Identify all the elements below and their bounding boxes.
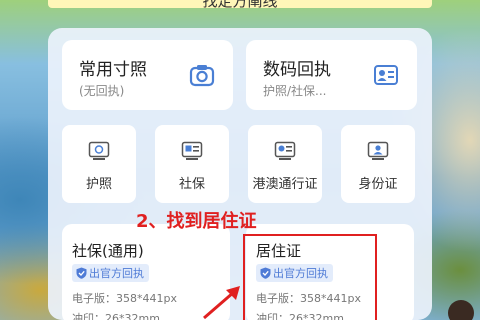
passport-card[interactable]: 护照	[62, 125, 136, 203]
badge-text: 出官方回执	[89, 267, 144, 280]
print-size: 冲印：26*32mm	[72, 312, 160, 320]
passport-label: 护照	[85, 177, 112, 192]
social-card-icon	[181, 141, 203, 160]
top-banner: 找定方阐线	[48, 0, 432, 8]
common-photo-card[interactable]: 常用寸照 (无回执)	[62, 40, 233, 110]
social-security-card[interactable]: 社保	[155, 125, 229, 203]
camera-icon	[189, 65, 215, 87]
travel-permit-icon	[274, 141, 296, 160]
id-card-card[interactable]: 身份证	[341, 125, 415, 203]
avatar	[448, 300, 474, 320]
highlight-box	[243, 234, 377, 320]
card-title: 常用寸照	[79, 60, 147, 80]
hk-macau-permit-label: 港澳通行证	[252, 177, 318, 192]
top-banner-text: 找定方阐线	[48, 0, 432, 8]
card-subtitle: 护照/社保...	[263, 84, 327, 98]
card-title: 数码回执	[263, 60, 331, 80]
electronic-size: 电子版：358*441px	[72, 292, 177, 305]
pointer-arrow-icon	[203, 286, 240, 320]
doc-title: 社保(通用)	[72, 242, 144, 260]
step-annotation: 2、找到居住证	[136, 211, 257, 232]
id-card-icon	[374, 65, 398, 85]
id-card-label: 身份证	[358, 177, 398, 192]
official-receipt-badge: 出官方回执	[72, 264, 149, 282]
id-card-icon	[367, 141, 389, 160]
digital-receipt-card[interactable]: 数码回执 护照/社保...	[246, 40, 417, 110]
shield-check-icon	[76, 267, 87, 279]
social-security-label: 社保	[178, 177, 205, 192]
card-subtitle: (无回执)	[79, 84, 125, 98]
passport-icon	[88, 141, 110, 160]
hk-macau-permit-card[interactable]: 港澳通行证	[248, 125, 322, 203]
